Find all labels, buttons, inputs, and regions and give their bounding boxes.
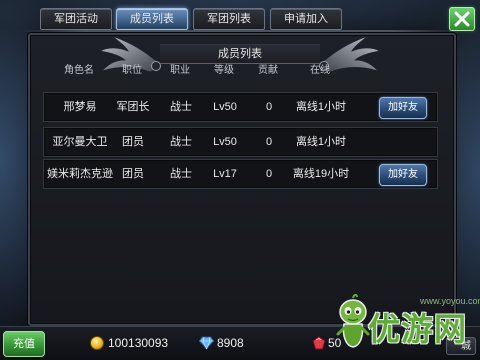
member-contribution: 0 bbox=[265, 101, 273, 113]
diamond-icon bbox=[199, 336, 214, 350]
column-header-contribution: 贡献 bbox=[258, 65, 278, 76]
tab-member-list[interactable]: 成员列表 bbox=[116, 8, 188, 30]
member-online-status: 离线19小时 bbox=[292, 168, 350, 180]
add-friend-button[interactable]: 加好友 bbox=[379, 164, 427, 186]
member-position: 军团长 bbox=[116, 101, 150, 113]
recharge-button[interactable]: 充值 bbox=[3, 331, 45, 357]
member-level: Lv17 bbox=[213, 168, 237, 180]
tab-strip-divider bbox=[20, 30, 460, 32]
member-online-status: 离线1小时 bbox=[295, 136, 347, 148]
member-name: 亚尔曼大卫 bbox=[52, 136, 108, 148]
column-header-online: 在线 bbox=[310, 65, 330, 76]
member-name: 媄米莉杰克逊 bbox=[47, 168, 113, 180]
table-row[interactable]: 亚尔曼大卫 团员 战士 Lv50 0 离线1小时 bbox=[43, 127, 438, 157]
diamond-amount: 8908 bbox=[217, 336, 244, 350]
member-position: 团员 bbox=[122, 168, 144, 180]
member-contribution: 0 bbox=[265, 168, 273, 180]
member-contribution: 0 bbox=[265, 136, 273, 148]
tab-apply-join[interactable]: 申请加入 bbox=[270, 8, 342, 30]
gold-coin-icon bbox=[90, 336, 104, 350]
tab-legion-activity[interactable]: 军团活动 bbox=[40, 8, 112, 30]
member-class: 战士 bbox=[170, 101, 192, 113]
close-button[interactable] bbox=[449, 7, 475, 31]
tab-legion-list[interactable]: 军团列表 bbox=[193, 8, 265, 30]
column-header-name: 角色名 bbox=[64, 65, 94, 76]
column-header-level: 等级 bbox=[214, 65, 234, 76]
member-level: Lv50 bbox=[213, 101, 237, 113]
member-class: 战士 bbox=[170, 136, 192, 148]
member-class: 战士 bbox=[170, 168, 192, 180]
member-online-status: 离线1小时 bbox=[295, 101, 347, 113]
close-icon bbox=[454, 11, 470, 27]
column-header-position: 职位 bbox=[122, 65, 142, 76]
gold-amount: 100130093 bbox=[108, 336, 169, 350]
member-level: Lv50 bbox=[213, 136, 237, 148]
watermark-logo-text: 优游网 bbox=[368, 311, 468, 347]
table-row[interactable]: 媄米莉杰克逊 团员 战士 Lv17 0 离线19小时 加好友 bbox=[43, 159, 438, 189]
panel-title: 成员列表 bbox=[160, 44, 320, 64]
table-header: 角色名 职位 职业 等级 贡献 在线 bbox=[43, 64, 436, 78]
member-position: 团员 bbox=[122, 136, 144, 148]
member-name: 邢梦易 bbox=[63, 101, 97, 113]
add-friend-button[interactable]: 加好友 bbox=[379, 97, 427, 119]
red-gem-icon bbox=[312, 336, 326, 350]
watermark-mascot-logo bbox=[336, 294, 370, 348]
table-row[interactable]: 邢梦易 军团长 战士 Lv50 0 离线1小时 加好友 bbox=[43, 92, 438, 122]
column-header-class: 职业 bbox=[170, 65, 190, 76]
game-screen: 军团活动 成员列表 军团列表 申请加入 成员列表 角色名 职位 职业 等级 贡献… bbox=[0, 0, 480, 360]
